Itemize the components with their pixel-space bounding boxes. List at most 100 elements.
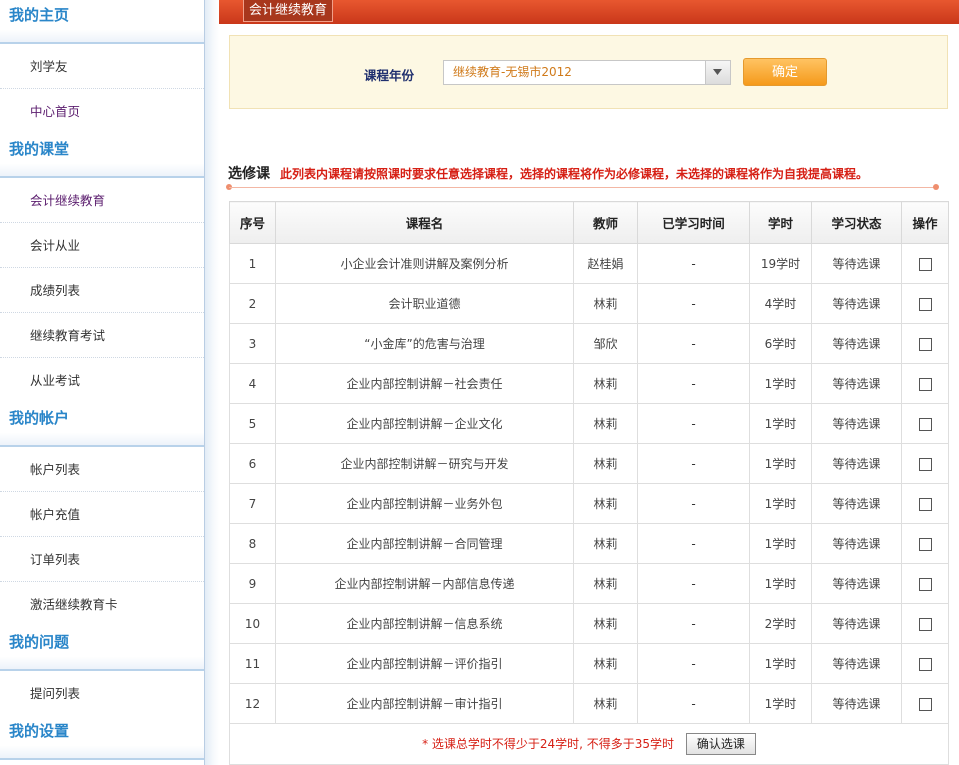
select-cell [901, 403, 949, 444]
course-checkbox[interactable] [918, 537, 932, 551]
course-checkbox[interactable] [918, 657, 932, 671]
course-hours: 1学时 [749, 523, 812, 564]
table-header-row: 序号 课程名 教师 已学习时间 学时 学习状态 操作 [229, 201, 949, 244]
studied-time: - [637, 283, 750, 324]
footer-cell: * 选课总学时不得少于24学时, 不得多于35学时 确认选课 [229, 723, 949, 765]
studied-time: - [637, 603, 750, 644]
study-status: 等待选课 [811, 443, 902, 484]
course-checkbox[interactable] [918, 257, 932, 271]
course-hours: 4学时 [749, 283, 812, 324]
select-cell [901, 283, 949, 324]
header-bar: 会计继续教育 [219, 0, 959, 24]
table-row: 1 小企业会计准则讲解及案例分析 赵桂娟 -19学时 等待选课 [229, 243, 949, 284]
teacher-name: 林莉 [573, 483, 638, 524]
select-cell [901, 603, 949, 644]
select-cell [901, 683, 949, 724]
heading-divider [229, 187, 936, 188]
select-cell [901, 643, 949, 684]
course-hours: 19学时 [749, 243, 812, 284]
course-hours: 1学时 [749, 563, 812, 604]
course-name: 企业内部控制讲解－合同管理 [275, 523, 574, 564]
column-header: 序号 [229, 201, 276, 244]
table-row: 11 企业内部控制讲解－评价指引 林莉 -1学时 等待选课 [229, 643, 949, 684]
row-number: 10 [229, 603, 276, 644]
chevron-down-icon[interactable] [705, 61, 730, 84]
course-checkbox[interactable] [918, 377, 932, 391]
course-checkbox[interactable] [918, 497, 932, 511]
sidebar-section-title[interactable]: 我的帐户 [0, 403, 204, 447]
study-status: 等待选课 [811, 403, 902, 444]
teacher-name: 林莉 [573, 443, 638, 484]
course-checkbox[interactable] [918, 617, 932, 631]
sidebar-section-title[interactable]: 我的设置 [0, 716, 204, 760]
course-year-select[interactable]: 继续教育-无锡市2012 [443, 60, 731, 85]
row-number: 5 [229, 403, 276, 444]
row-number: 4 [229, 363, 276, 404]
column-header: 课程名 [275, 201, 574, 244]
sidebar-item[interactable]: 从业考试 [0, 358, 204, 403]
sidebar-item[interactable]: 激活继续教育卡 [0, 582, 204, 627]
teacher-name: 林莉 [573, 563, 638, 604]
study-status: 等待选课 [811, 683, 902, 724]
teacher-name: 林莉 [573, 523, 638, 564]
course-name: 企业内部控制讲解－社会责任 [275, 363, 574, 404]
column-header: 教师 [573, 201, 638, 244]
row-number: 3 [229, 323, 276, 364]
study-status: 等待选课 [811, 563, 902, 604]
course-checkbox[interactable] [918, 697, 932, 711]
course-checkbox[interactable] [918, 337, 932, 351]
course-checkbox[interactable] [918, 577, 932, 591]
sidebar-section-title[interactable]: 我的课堂 [0, 134, 204, 178]
row-number: 8 [229, 523, 276, 564]
course-year-value: 继续教育-无锡市2012 [453, 65, 572, 79]
sidebar-section-title[interactable]: 我的问题 [0, 627, 204, 671]
teacher-name: 林莉 [573, 643, 638, 684]
row-number: 6 [229, 443, 276, 484]
row-number: 1 [229, 243, 276, 284]
course-name: 小企业会计准则讲解及案例分析 [275, 243, 574, 284]
study-status: 等待选课 [811, 643, 902, 684]
teacher-name: 林莉 [573, 363, 638, 404]
course-hours: 1学时 [749, 363, 812, 404]
sidebar-item[interactable]: 成绩列表 [0, 268, 204, 313]
course-name: 企业内部控制讲解－研究与开发 [275, 443, 574, 484]
sidebar-item[interactable]: 帐户充值 [0, 492, 204, 537]
studied-time: - [637, 363, 750, 404]
confirm-button[interactable]: 确定 [743, 58, 827, 86]
header-tab[interactable]: 会计继续教育 [243, 0, 334, 22]
sidebar-item[interactable]: 刘学友 [0, 44, 204, 89]
teacher-name: 赵桂娟 [573, 243, 638, 284]
row-number: 2 [229, 283, 276, 324]
table-row: 12 企业内部控制讲解－审计指引 林莉 -1学时 等待选课 [229, 683, 949, 724]
studied-time: - [637, 403, 750, 444]
course-checkbox[interactable] [918, 457, 932, 471]
select-cell [901, 243, 949, 284]
sidebar-item[interactable]: 继续教育考试 [0, 313, 204, 358]
elective-note: 此列表内课程请按照课时要求任意选择课程，选择的课程将作为必修课程，未选择的课程将… [280, 167, 869, 181]
course-checkbox[interactable] [918, 417, 932, 431]
confirm-selection-button[interactable]: 确认选课 [685, 733, 756, 755]
study-status: 等待选课 [811, 283, 902, 324]
sidebar-divider [205, 0, 219, 765]
course-hours: 1学时 [749, 443, 812, 484]
course-name: “小金库”的危害与治理 [275, 323, 574, 364]
course-checkbox[interactable] [918, 297, 932, 311]
row-number: 7 [229, 483, 276, 524]
sidebar-item[interactable]: 提问列表 [0, 671, 204, 716]
sidebar-item[interactable]: 订单列表 [0, 537, 204, 582]
sidebar-item[interactable]: 中心首页 [0, 89, 204, 134]
teacher-name: 林莉 [573, 683, 638, 724]
sidebar-item[interactable]: 会计从业 [0, 223, 204, 268]
table-footer-row: * 选课总学时不得少于24学时, 不得多于35学时 确认选课 [229, 723, 949, 765]
sidebar-section-title[interactable]: 我的主页 [0, 0, 204, 44]
row-number: 11 [229, 643, 276, 684]
filter-panel: 课程年份 继续教育-无锡市2012 确定 [229, 35, 948, 109]
course-hours: 6学时 [749, 323, 812, 364]
sidebar: 我的主页 刘学友 中心首页 我的课堂 会计继续教育 会计从业 成绩列表 继续教育考试 从业考试我… [0, 0, 205, 765]
course-name: 企业内部控制讲解－业务外包 [275, 483, 574, 524]
select-cell [901, 443, 949, 484]
course-hours: 1学时 [749, 403, 812, 444]
sidebar-item[interactable]: 帐户列表 [0, 447, 204, 492]
sidebar-item[interactable]: 会计继续教育 [0, 178, 204, 223]
select-cell [901, 323, 949, 364]
